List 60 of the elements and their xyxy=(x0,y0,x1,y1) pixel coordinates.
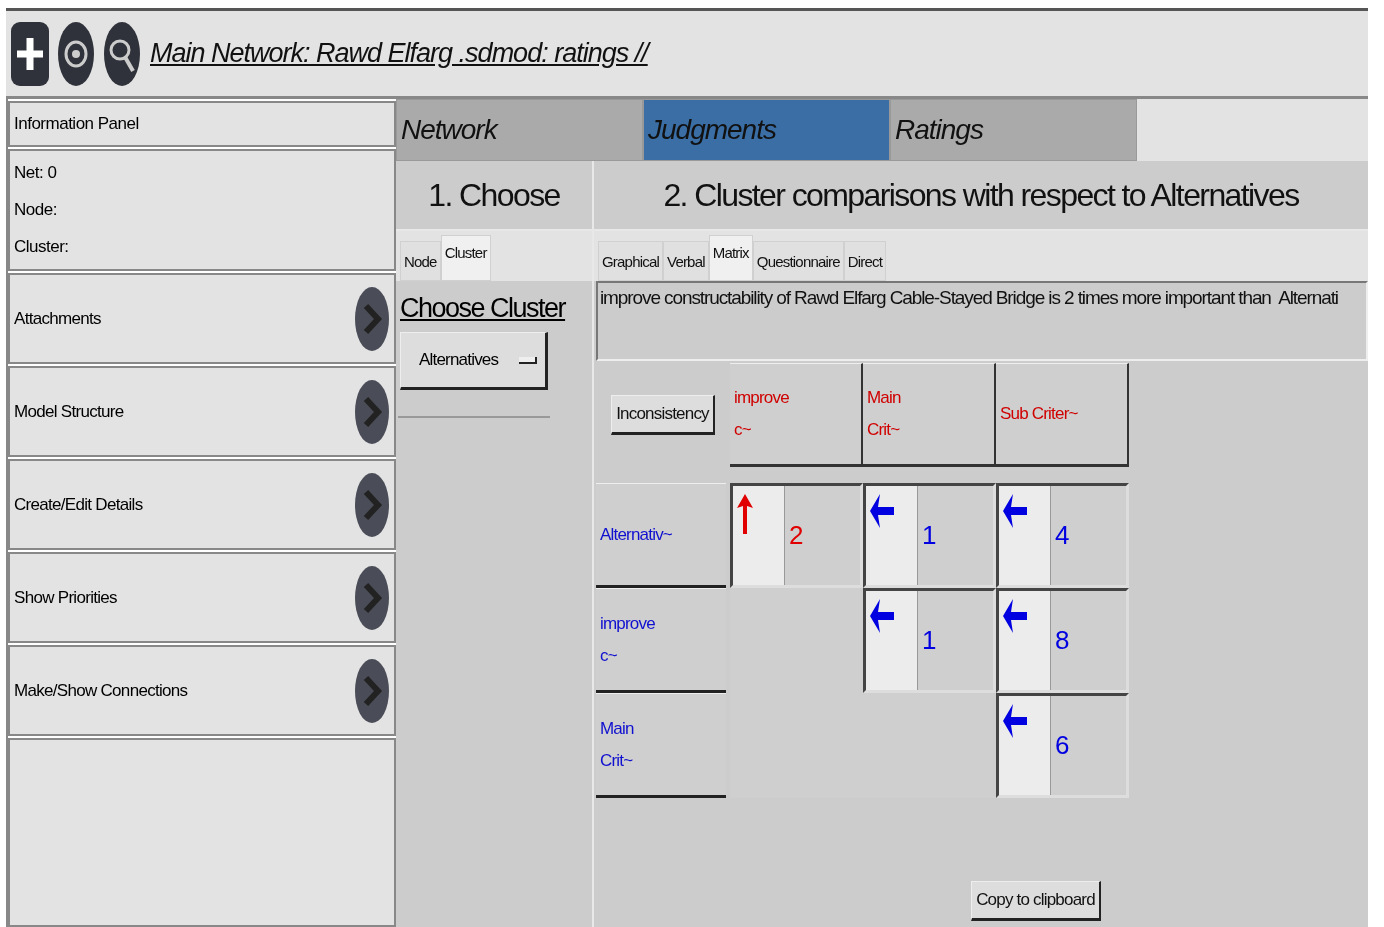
menu-label: Attachments xyxy=(14,308,101,329)
row-label: Alternativ~ xyxy=(600,523,673,546)
dropdown-indicator-icon xyxy=(519,356,537,364)
row-label: Main Crit~ xyxy=(600,717,635,772)
matrix-cell[interactable]: 4 xyxy=(996,483,1129,588)
menu-label: Make/Show Connections xyxy=(14,680,188,701)
matrix-cell[interactable]: 6 xyxy=(996,693,1129,798)
left-arrow-icon xyxy=(1003,704,1027,738)
inconsistency-button[interactable]: Inconsistency xyxy=(611,395,715,435)
left-arrow-icon xyxy=(1003,599,1027,633)
matrix-cell[interactable]: 1 xyxy=(863,483,996,588)
judgment-value: 4 xyxy=(1055,520,1070,551)
tab[interactable]: Judgments xyxy=(643,99,890,161)
section-heading: 2. Cluster comparisons with respect to Alternatives xyxy=(663,176,1299,214)
column-label: Sub Criter~ xyxy=(1000,403,1079,425)
info-line: Net: 0 xyxy=(14,163,58,184)
tab[interactable]: Ratings xyxy=(890,99,1137,161)
menu-item[interactable]: Attachments xyxy=(8,273,396,364)
tab[interactable]: Questionnaire xyxy=(752,241,844,281)
matrix-cell[interactable]: 1 xyxy=(863,588,996,693)
choose-heading: Choose Cluster xyxy=(400,293,567,324)
tab[interactable]: Matrix xyxy=(708,235,753,281)
copy-button[interactable]: Copy to clipboard xyxy=(971,881,1101,921)
panel-header: Information Panel xyxy=(8,101,396,147)
menu-label: Show Priorities xyxy=(14,587,117,608)
tab[interactable]: Node xyxy=(400,241,441,281)
column-label: Main Crit~ xyxy=(867,387,902,441)
up-arrow-icon xyxy=(737,494,753,534)
judgment-value: 6 xyxy=(1055,730,1070,761)
menu-item[interactable]: Make/Show Connections xyxy=(8,645,396,736)
section-heading: 1. Choose xyxy=(428,176,560,214)
judgment-value: 8 xyxy=(1055,625,1070,656)
tab[interactable]: Verbal xyxy=(663,241,709,281)
chevron-icon[interactable] xyxy=(354,285,390,352)
tab[interactable]: Direct xyxy=(843,241,887,281)
comparison-statement: improve constructability of Rawd Elfarg Cable-Stayed Bridge is 2 times more important than Alternati xyxy=(600,287,1338,308)
cluster-dropdown[interactable]: Alternatives xyxy=(400,332,548,390)
menu-label: Create/Edit Details xyxy=(14,494,143,515)
chevron-icon[interactable] xyxy=(354,564,390,631)
row-label: improve c~ xyxy=(600,612,656,667)
menu-item[interactable]: Model Structure xyxy=(8,366,396,457)
info-line: Cluster: xyxy=(14,236,70,257)
matrix-cell[interactable]: 8 xyxy=(996,588,1129,693)
menu-label: Model Structure xyxy=(14,401,124,422)
left-arrow-icon xyxy=(870,599,894,633)
tab[interactable]: Graphical xyxy=(598,241,663,281)
tab[interactable]: Network xyxy=(396,99,643,161)
tab[interactable]: Cluster xyxy=(440,235,491,281)
menu-item[interactable]: Create/Edit Details xyxy=(8,459,396,550)
chevron-icon[interactable] xyxy=(354,657,390,724)
column-label: improve c~ xyxy=(734,387,790,441)
info-line: Node: xyxy=(14,200,58,220)
judgment-value: 2 xyxy=(789,520,804,551)
left-arrow-icon xyxy=(870,494,894,528)
judgment-value: 1 xyxy=(922,625,937,656)
menu-item[interactable]: Show Priorities xyxy=(8,552,396,643)
chevron-icon[interactable] xyxy=(354,378,390,445)
judgment-value: 1 xyxy=(922,520,937,551)
chevron-icon[interactable] xyxy=(354,471,390,538)
left-arrow-icon xyxy=(1003,494,1027,528)
